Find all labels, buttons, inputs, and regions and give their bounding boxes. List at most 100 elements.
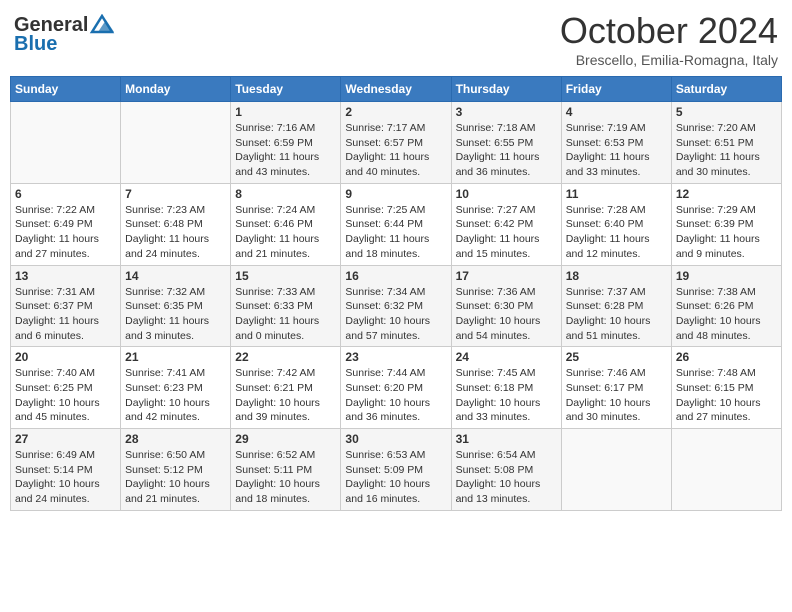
day-detail: Sunrise: 7:28 AMSunset: 6:40 PMDaylight:… xyxy=(566,203,667,262)
column-header-tuesday: Tuesday xyxy=(231,77,341,102)
calendar-cell: 5 Sunrise: 7:20 AMSunset: 6:51 PMDaylight… xyxy=(671,102,781,184)
day-number: 6 xyxy=(15,187,116,201)
calendar-cell xyxy=(671,429,781,511)
day-detail: Sunrise: 7:48 AMSunset: 6:15 PMDaylight:… xyxy=(676,366,777,425)
calendar-cell: 22 Sunrise: 7:42 AMSunset: 6:21 PMDayligh… xyxy=(231,347,341,429)
calendar-cell: 17 Sunrise: 7:36 AMSunset: 6:30 PMDayligh… xyxy=(451,265,561,347)
day-number: 1 xyxy=(235,105,336,119)
calendar-cell: 15Sunrise: 7:33 AMSunset: 6:33 PMDayligh… xyxy=(231,265,341,347)
day-detail: Sunrise: 7:42 AMSunset: 6:21 PMDaylight:… xyxy=(235,366,336,425)
day-detail: Sunrise: 6:49 AMSunset: 5:14 PMDaylight:… xyxy=(15,448,116,507)
calendar-week-row: 27 Sunrise: 6:49 AMSunset: 5:14 PMDayligh… xyxy=(11,429,782,511)
day-number: 30 xyxy=(345,432,446,446)
calendar-cell xyxy=(121,102,231,184)
column-header-friday: Friday xyxy=(561,77,671,102)
day-number: 22 xyxy=(235,350,336,364)
day-detail: Sunrise: 7:22 AMSunset: 6:49 PMDaylight:… xyxy=(15,203,116,262)
day-detail: Sunrise: 7:29 AMSunset: 6:39 PMDaylight:… xyxy=(676,203,777,262)
day-number: 27 xyxy=(15,432,116,446)
calendar-cell: 4 Sunrise: 7:19 AMSunset: 6:53 PMDaylight… xyxy=(561,102,671,184)
day-detail: Sunrise: 7:20 AMSunset: 6:51 PMDaylight:… xyxy=(676,121,777,180)
day-number: 3 xyxy=(456,105,557,119)
day-detail: Sunrise: 7:18 AMSunset: 6:55 PMDaylight:… xyxy=(456,121,557,180)
calendar-cell: 20Sunrise: 7:40 AMSunset: 6:25 PMDayligh… xyxy=(11,347,121,429)
calendar-cell: 23 Sunrise: 7:44 AMSunset: 6:20 PMDayligh… xyxy=(341,347,451,429)
day-detail: Sunrise: 6:52 AMSunset: 5:11 PMDaylight:… xyxy=(235,448,336,507)
day-number: 10 xyxy=(456,187,557,201)
day-number: 24 xyxy=(456,350,557,364)
day-number: 17 xyxy=(456,269,557,283)
calendar-cell: 7 Sunrise: 7:23 AMSunset: 6:48 PMDaylight… xyxy=(121,183,231,265)
day-number: 12 xyxy=(676,187,777,201)
day-number: 31 xyxy=(456,432,557,446)
day-number: 13 xyxy=(15,269,116,283)
logo: General Blue xyxy=(14,14,116,54)
day-number: 16 xyxy=(345,269,446,283)
day-detail: Sunrise: 7:24 AMSunset: 6:46 PMDaylight:… xyxy=(235,203,336,262)
calendar-cell: 31 Sunrise: 6:54 AMSunset: 5:08 PMDayligh… xyxy=(451,429,561,511)
day-detail: Sunrise: 7:36 AMSunset: 6:30 PMDaylight:… xyxy=(456,285,557,344)
title-block: October 2024 Brescello, Emilia-Romagna, … xyxy=(560,10,778,68)
day-number: 2 xyxy=(345,105,446,119)
column-header-wednesday: Wednesday xyxy=(341,77,451,102)
day-number: 23 xyxy=(345,350,446,364)
calendar-cell: 18 Sunrise: 7:37 AMSunset: 6:28 PMDayligh… xyxy=(561,265,671,347)
calendar-cell: 10Sunrise: 7:27 AMSunset: 6:42 PMDayligh… xyxy=(451,183,561,265)
day-detail: Sunrise: 7:46 AMSunset: 6:17 PMDaylight:… xyxy=(566,366,667,425)
calendar-cell: 13 Sunrise: 7:31 AMSunset: 6:37 PMDayligh… xyxy=(11,265,121,347)
calendar-cell: 21Sunrise: 7:41 AMSunset: 6:23 PMDayligh… xyxy=(121,347,231,429)
calendar-cell: 28Sunrise: 6:50 AMSunset: 5:12 PMDayligh… xyxy=(121,429,231,511)
column-header-monday: Monday xyxy=(121,77,231,102)
day-number: 9 xyxy=(345,187,446,201)
day-number: 20 xyxy=(15,350,116,364)
day-number: 18 xyxy=(566,269,667,283)
day-number: 8 xyxy=(235,187,336,201)
calendar-cell: 25 Sunrise: 7:46 AMSunset: 6:17 PMDayligh… xyxy=(561,347,671,429)
calendar-table: SundayMondayTuesdayWednesdayThursdayFrid… xyxy=(10,76,782,511)
calendar-cell: 12 Sunrise: 7:29 AMSunset: 6:39 PMDayligh… xyxy=(671,183,781,265)
calendar-cell: 6 Sunrise: 7:22 AMSunset: 6:49 PMDaylight… xyxy=(11,183,121,265)
day-number: 28 xyxy=(125,432,226,446)
calendar-cell: 1Sunrise: 7:16 AMSunset: 6:59 PMDaylight… xyxy=(231,102,341,184)
calendar-cell: 16 Sunrise: 7:34 AMSunset: 6:32 PMDayligh… xyxy=(341,265,451,347)
calendar-header-row: SundayMondayTuesdayWednesdayThursdayFrid… xyxy=(11,77,782,102)
day-number: 29 xyxy=(235,432,336,446)
calendar-cell: 27 Sunrise: 6:49 AMSunset: 5:14 PMDayligh… xyxy=(11,429,121,511)
day-detail: Sunrise: 7:44 AMSunset: 6:20 PMDaylight:… xyxy=(345,366,446,425)
calendar-cell: 24Sunrise: 7:45 AMSunset: 6:18 PMDayligh… xyxy=(451,347,561,429)
day-number: 19 xyxy=(676,269,777,283)
calendar-cell: 29 Sunrise: 6:52 AMSunset: 5:11 PMDayligh… xyxy=(231,429,341,511)
day-number: 7 xyxy=(125,187,226,201)
day-detail: Sunrise: 7:32 AMSunset: 6:35 PMDaylight:… xyxy=(125,285,226,344)
day-detail: Sunrise: 7:41 AMSunset: 6:23 PMDaylight:… xyxy=(125,366,226,425)
day-detail: Sunrise: 7:23 AMSunset: 6:48 PMDaylight:… xyxy=(125,203,226,262)
column-header-sunday: Sunday xyxy=(11,77,121,102)
day-detail: Sunrise: 7:19 AMSunset: 6:53 PMDaylight:… xyxy=(566,121,667,180)
day-detail: Sunrise: 7:38 AMSunset: 6:26 PMDaylight:… xyxy=(676,285,777,344)
day-detail: Sunrise: 7:25 AMSunset: 6:44 PMDaylight:… xyxy=(345,203,446,262)
calendar-cell: 30Sunrise: 6:53 AMSunset: 5:09 PMDayligh… xyxy=(341,429,451,511)
day-detail: Sunrise: 6:54 AMSunset: 5:08 PMDaylight:… xyxy=(456,448,557,507)
month-title: October 2024 xyxy=(560,10,778,52)
calendar-cell: 14Sunrise: 7:32 AMSunset: 6:35 PMDayligh… xyxy=(121,265,231,347)
day-detail: Sunrise: 7:33 AMSunset: 6:33 PMDaylight:… xyxy=(235,285,336,344)
calendar-cell: 9 Sunrise: 7:25 AMSunset: 6:44 PMDaylight… xyxy=(341,183,451,265)
day-number: 11 xyxy=(566,187,667,201)
calendar-cell: 26 Sunrise: 7:48 AMSunset: 6:15 PMDayligh… xyxy=(671,347,781,429)
column-header-thursday: Thursday xyxy=(451,77,561,102)
location-subtitle: Brescello, Emilia-Romagna, Italy xyxy=(560,52,778,68)
calendar-cell xyxy=(11,102,121,184)
day-detail: Sunrise: 7:17 AMSunset: 6:57 PMDaylight:… xyxy=(345,121,446,180)
day-detail: Sunrise: 7:31 AMSunset: 6:37 PMDaylight:… xyxy=(15,285,116,344)
day-number: 26 xyxy=(676,350,777,364)
calendar-week-row: 20Sunrise: 7:40 AMSunset: 6:25 PMDayligh… xyxy=(11,347,782,429)
day-number: 4 xyxy=(566,105,667,119)
day-detail: Sunrise: 7:34 AMSunset: 6:32 PMDaylight:… xyxy=(345,285,446,344)
day-number: 25 xyxy=(566,350,667,364)
calendar-week-row: 13 Sunrise: 7:31 AMSunset: 6:37 PMDayligh… xyxy=(11,265,782,347)
day-detail: Sunrise: 7:37 AMSunset: 6:28 PMDaylight:… xyxy=(566,285,667,344)
calendar-cell: 11 Sunrise: 7:28 AMSunset: 6:40 PMDayligh… xyxy=(561,183,671,265)
day-number: 5 xyxy=(676,105,777,119)
calendar-cell: 19 Sunrise: 7:38 AMSunset: 6:26 PMDayligh… xyxy=(671,265,781,347)
calendar-cell: 2 Sunrise: 7:17 AMSunset: 6:57 PMDaylight… xyxy=(341,102,451,184)
